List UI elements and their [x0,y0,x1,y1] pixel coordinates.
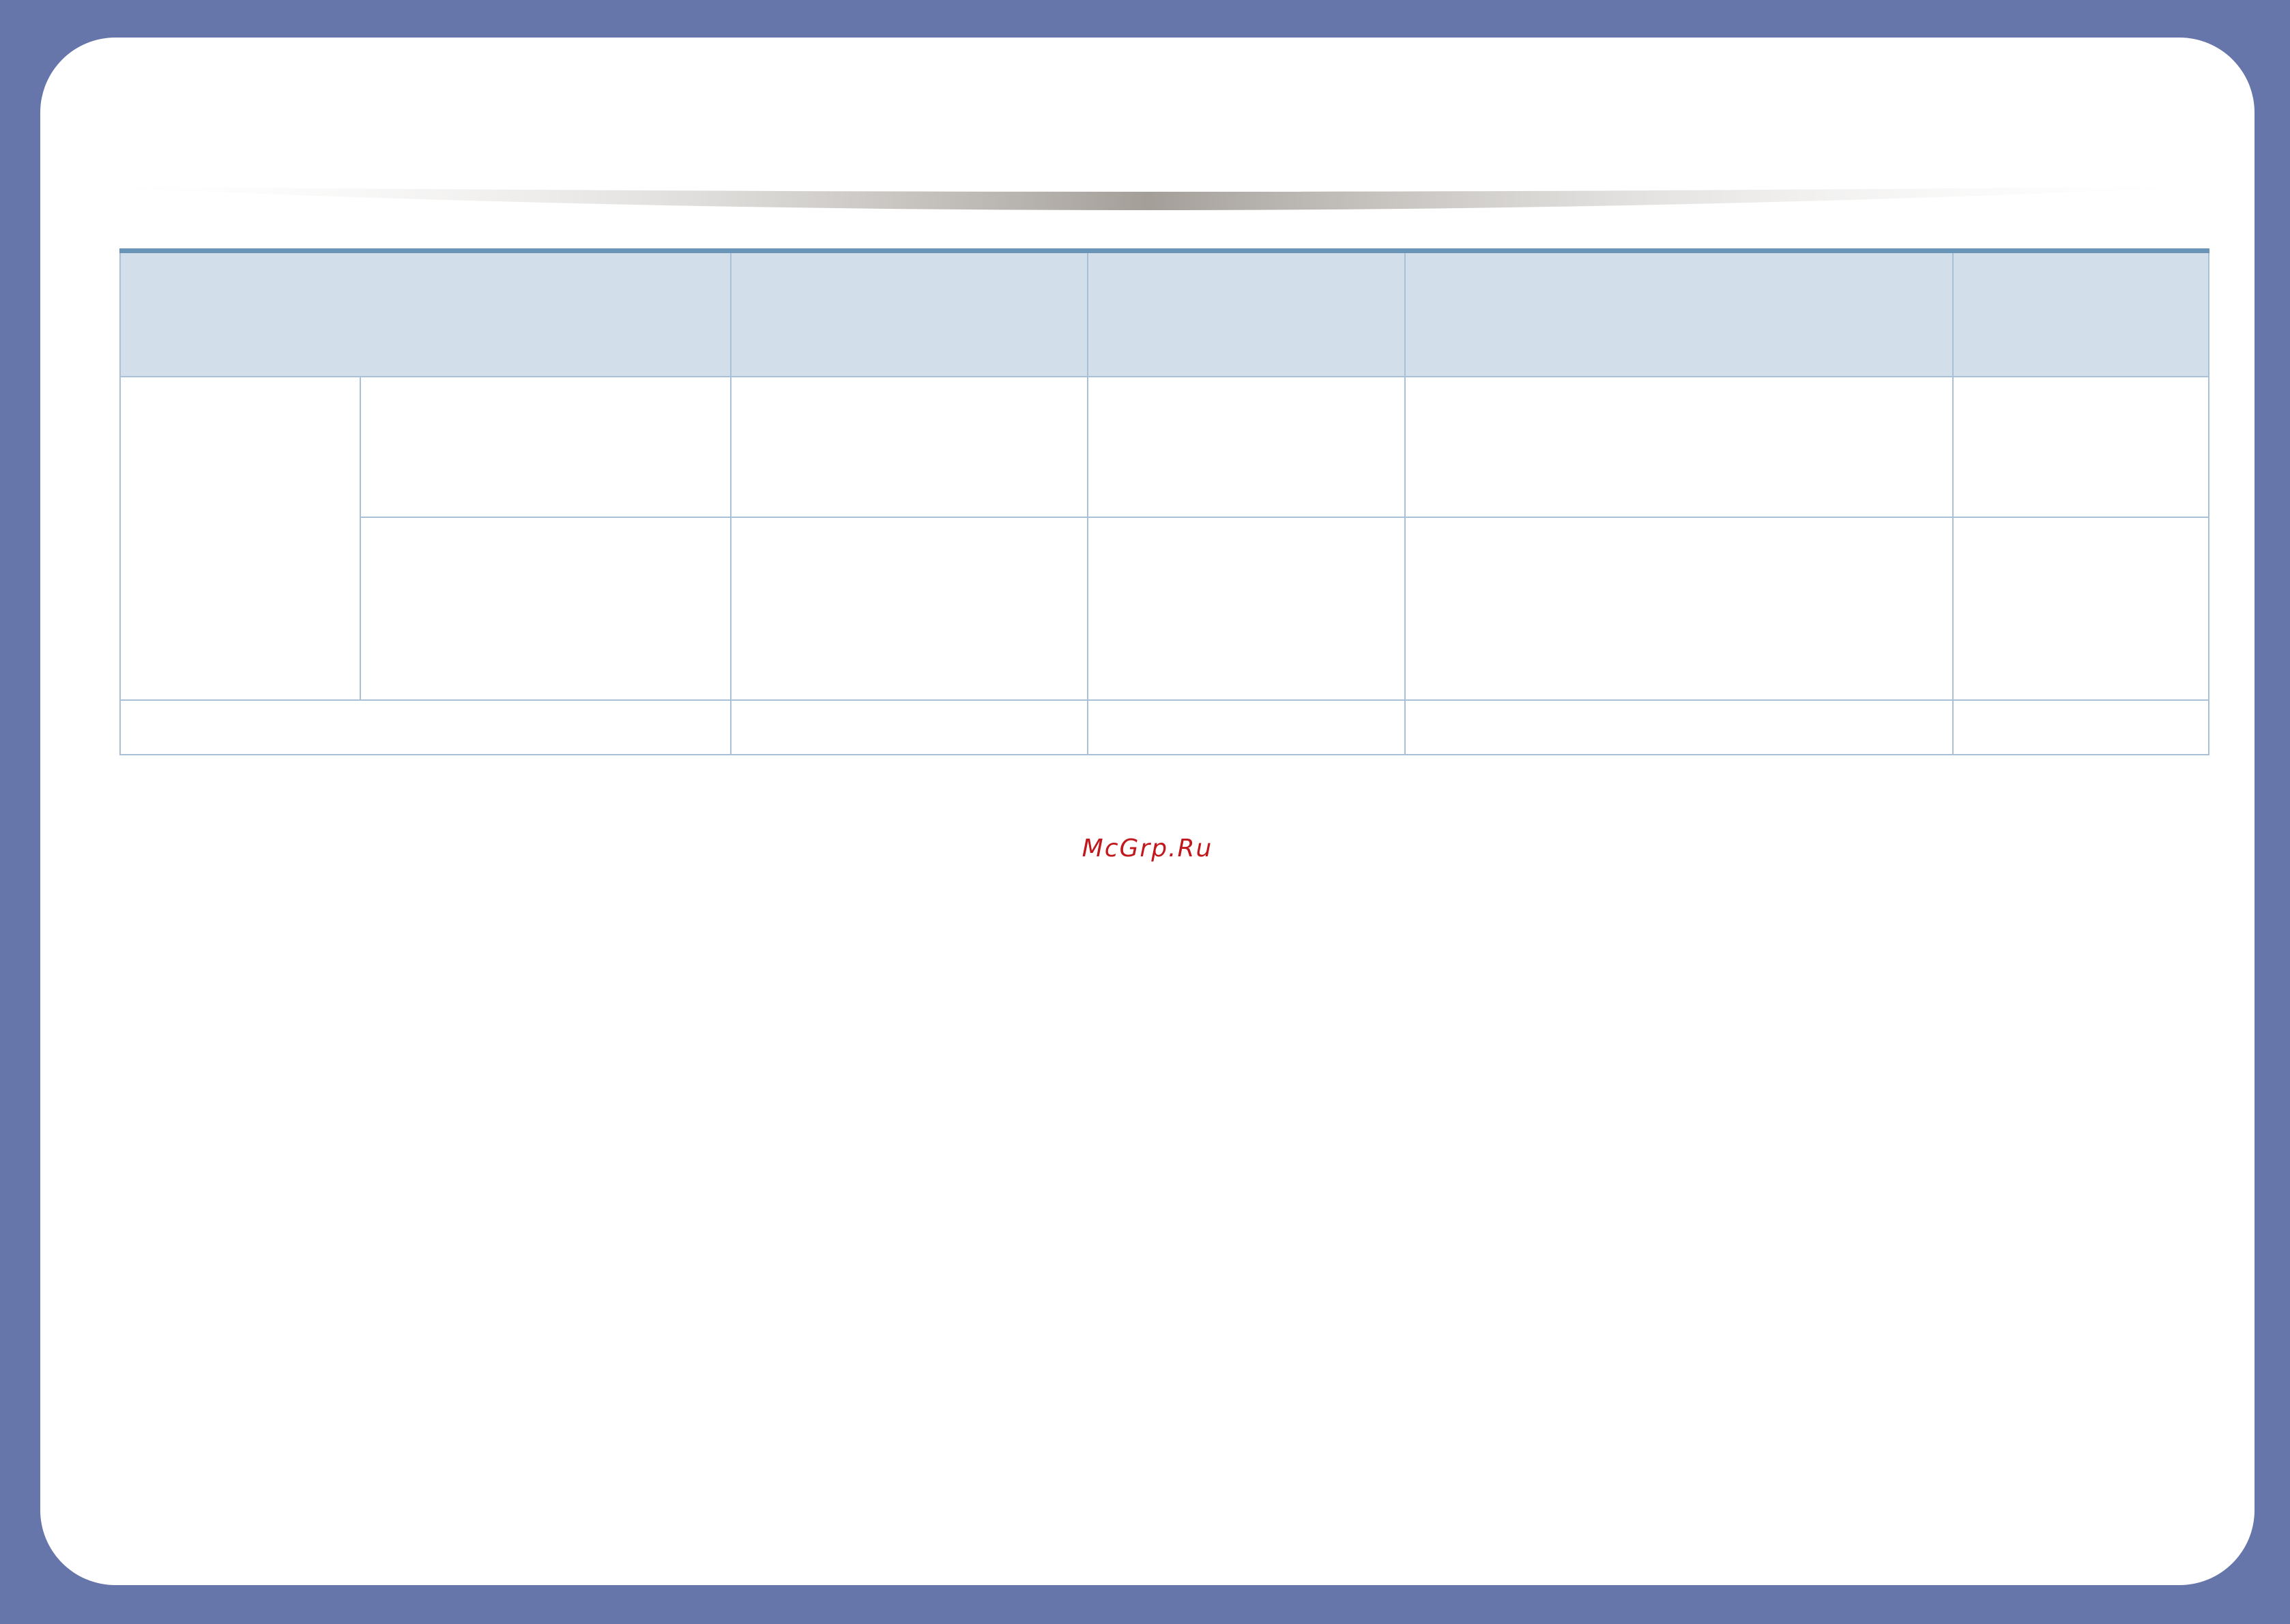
watermark-text: McGrp.Ru [1082,835,1213,862]
spec-table [119,248,2209,755]
table-cell [1952,376,2209,518]
header-cell [1087,250,1406,377]
table-row [119,699,2209,755]
table-cell [730,699,1088,755]
row-sub-cell [360,517,731,701]
table-cell [730,376,1088,518]
table-cell [1087,376,1406,518]
header-cell [119,250,731,377]
row-label-cell [119,699,731,755]
header-cell [730,250,1088,377]
table-row [120,517,2209,701]
header-cell [1404,250,1954,377]
table-cell [1404,517,1954,701]
table-cell [730,517,1088,701]
table-cell [1404,699,1954,755]
row-group-cell [119,376,361,701]
header-divider [61,177,2234,218]
page-card: McGrp.Ru [40,38,2255,1585]
table-cell [1952,517,2209,701]
row-sub-cell [360,376,731,518]
table-cell [1404,376,1954,518]
table-header-row [119,250,2209,377]
table-cell [1952,699,2209,755]
table-cell [1087,517,1406,701]
header-cell [1952,250,2209,377]
table-cell [1087,699,1406,755]
table-row [119,376,2209,701]
